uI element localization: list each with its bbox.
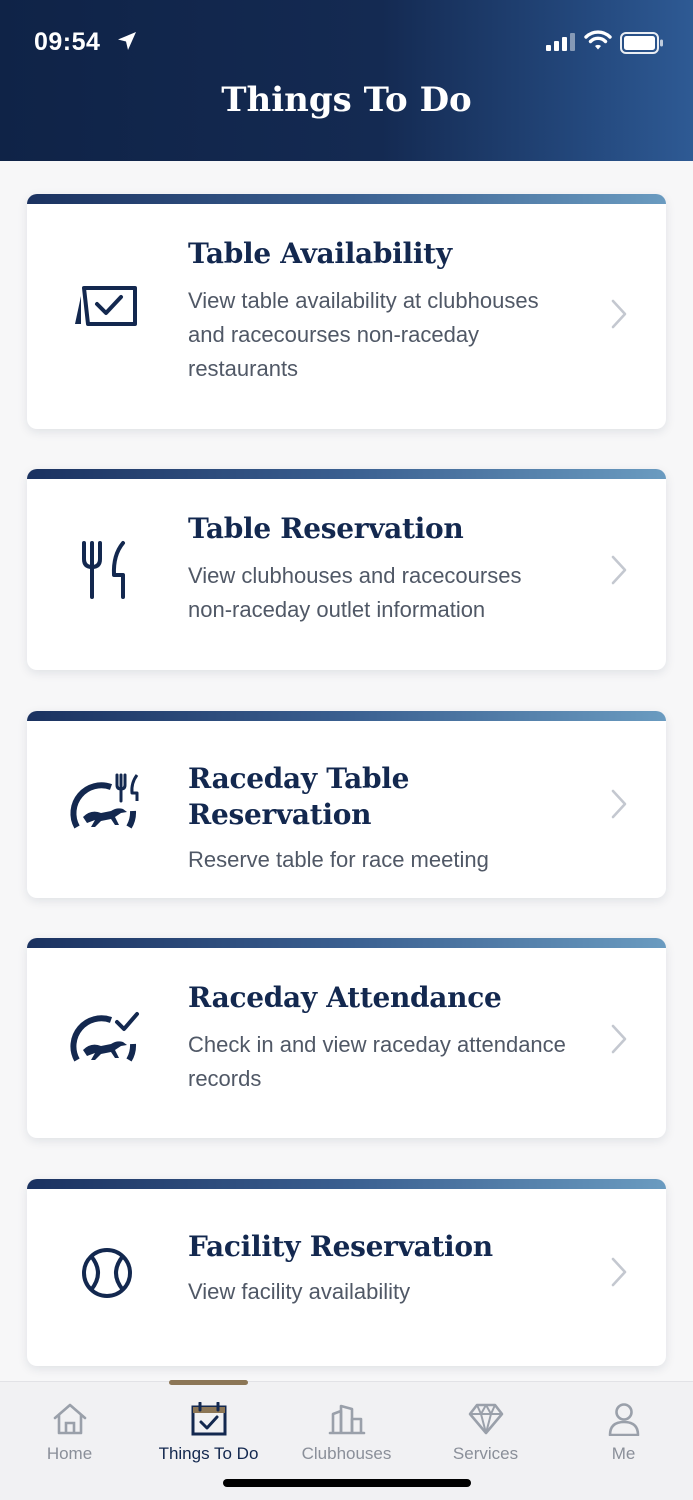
card-accent-bar	[27, 1179, 666, 1189]
status-bar: 09:54	[0, 0, 693, 80]
tab-label: Home	[46, 1444, 93, 1463]
tab-me[interactable]: Me	[554, 1382, 693, 1472]
tab-label: Things To Do	[158, 1444, 259, 1463]
tab-services[interactable]: Services	[416, 1382, 555, 1472]
chevron-right-icon	[611, 789, 627, 819]
table-check-icon	[75, 286, 137, 326]
card-description: View facility availability	[188, 1279, 411, 1304]
card-title: Raceday Table Reservation	[188, 762, 410, 831]
chevron-right-icon	[611, 1024, 627, 1054]
card-description: Check in and view raceday attendance rec…	[188, 1032, 566, 1091]
card-accent-bar	[27, 194, 666, 204]
home-icon	[53, 1403, 86, 1435]
chevron-right-icon	[611, 1257, 627, 1287]
home-indicator	[223, 1479, 471, 1487]
tab-clubhouses[interactable]: Clubhouses	[277, 1382, 416, 1472]
card-description: View table availability at clubhouses an…	[188, 288, 539, 381]
wifi-icon	[584, 30, 612, 50]
tab-label: Services	[452, 1444, 519, 1463]
chevron-right-icon	[611, 555, 627, 585]
tab-label: Me	[611, 1444, 636, 1463]
card-accent-bar	[27, 938, 666, 948]
card-title: Table Reservation	[188, 512, 464, 545]
location-arrow-icon	[118, 32, 136, 50]
header: 09:54 Things To Do	[0, 0, 693, 161]
fork-knife-icon	[82, 541, 125, 599]
tab-home[interactable]: Home	[0, 1382, 139, 1472]
card-accent-bar	[27, 469, 666, 479]
cellular-signal-icon	[546, 33, 575, 51]
card-facility-reservation[interactable]: Facility Reservation View facility avail…	[27, 1179, 666, 1366]
card-table-reservation[interactable]: Table Reservation View clubhouses and ra…	[27, 469, 666, 670]
card-raceday-table-reservation[interactable]: Raceday Table Reservation Reserve table …	[27, 711, 666, 898]
chevron-right-icon	[611, 299, 627, 329]
card-description: View clubhouses and racecourses non-race…	[188, 563, 522, 622]
battery-icon	[620, 32, 663, 54]
card-title: Raceday Attendance	[188, 981, 502, 1014]
page-title: Things To Do	[221, 80, 472, 120]
tab-label: Clubhouses	[301, 1444, 392, 1463]
card-raceday-attendance[interactable]: Raceday Attendance Check in and view rac…	[27, 938, 666, 1138]
diamond-icon	[468, 1403, 503, 1435]
racehorse-check-icon	[70, 1012, 139, 1062]
status-time: 09:54	[34, 28, 101, 56]
active-tab-indicator	[169, 1380, 248, 1385]
card-table-availability[interactable]: Table Availability View table availabili…	[27, 194, 666, 429]
tab-things-to-do[interactable]: Things To Do	[139, 1380, 278, 1472]
card-accent-bar	[27, 711, 666, 721]
tennis-ball-icon	[82, 1248, 132, 1298]
tab-bar: Home Things To Do Clubhouses Services Me	[0, 1380, 693, 1500]
calendar-check-icon	[191, 1402, 226, 1436]
building-icon	[328, 1404, 365, 1435]
person-icon	[608, 1403, 639, 1436]
card-description: Reserve table for race meeting	[188, 847, 489, 872]
card-title: Facility Reservation	[188, 1230, 493, 1263]
racehorse-dining-icon	[70, 773, 139, 829]
card-title: Table Availability	[188, 237, 452, 270]
